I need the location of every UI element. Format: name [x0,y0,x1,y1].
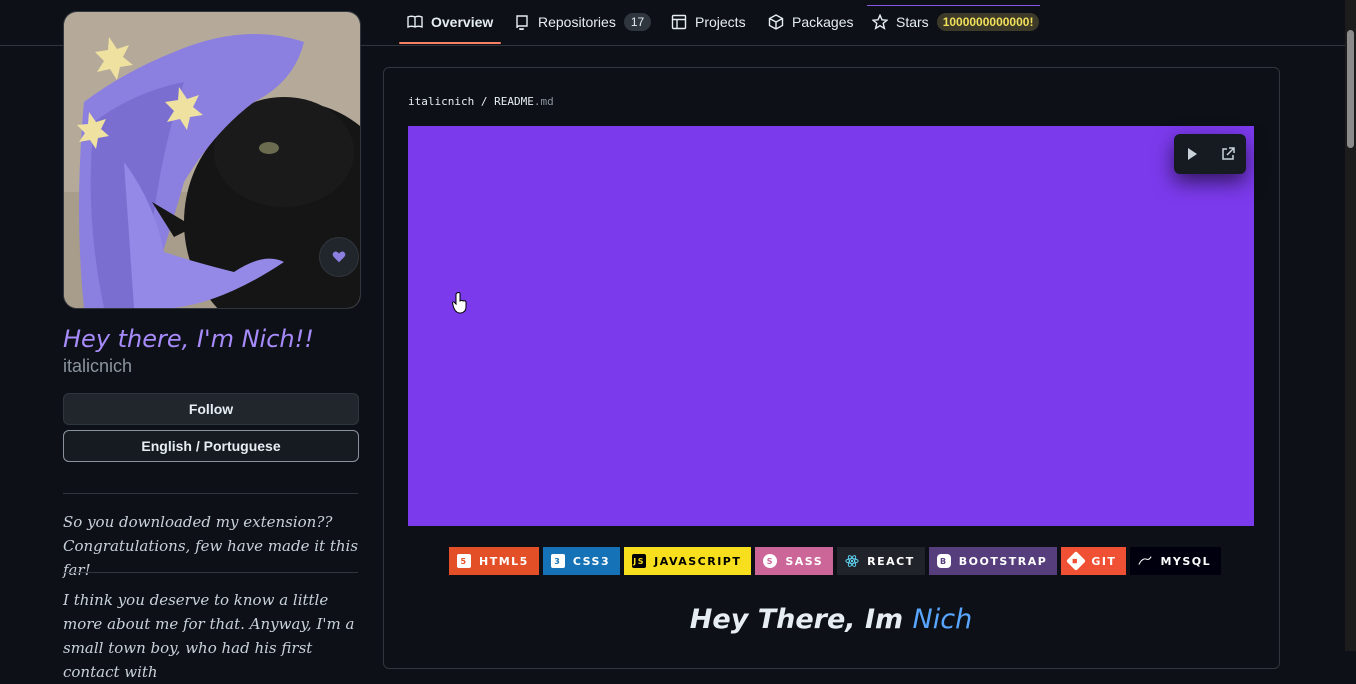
star-icon [872,14,888,30]
avatar[interactable] [63,11,361,309]
table-icon [671,14,687,30]
tab-projects[interactable]: Projects [671,0,746,44]
tab-packages[interactable]: Packages [768,0,853,44]
language-button[interactable]: English / Portuguese [63,430,359,462]
html5-icon: 5 [457,554,471,568]
badge-label: GIT [1091,554,1117,568]
badge-label: SASS [785,554,824,568]
bootstrap-icon: B [936,554,951,568]
page-scrollbar[interactable] [1345,0,1356,651]
css3-icon: 3 [550,554,565,568]
stars-count: 1000000000000! [936,13,1040,31]
tab-label: Repositories [538,14,616,30]
badge-css3[interactable]: 3 CSS3 [542,547,621,575]
readme-banner-gif[interactable] [408,126,1254,526]
sidebar-divider [63,572,358,573]
tab-label: Stars [896,14,929,30]
avatar-image [64,12,360,308]
repo-icon [516,15,528,30]
readme-heading: Hey There, Im Nich [408,604,1254,635]
tab-overview[interactable]: Overview [398,0,502,44]
bio-paragraph: I think you deserve to know a little mor… [63,591,355,681]
badge-label: JAVASCRIPT [654,554,742,568]
tab-label: Packages [792,14,854,30]
heading-prefix: Hey There, Im [689,604,913,635]
path-separator: / [480,95,488,108]
sidebar-divider [63,493,358,494]
readme-file-ext: .md [533,95,554,108]
scrollbar-thumb[interactable] [1347,30,1354,148]
badge-label: HTML5 [479,554,529,568]
badge-label: BOOTSTRAP [958,554,1048,568]
badge-sass[interactable]: S SASS [755,547,834,575]
book-icon [407,15,423,29]
external-link-icon[interactable] [1220,146,1236,162]
tab-label: Overview [431,14,494,30]
profile-username: italicnich [63,356,133,376]
gif-controls [1174,134,1246,174]
follow-button[interactable]: Follow [63,393,359,425]
mysql-icon [1138,556,1153,565]
readme-file-name: README [494,95,534,108]
react-icon [845,555,859,567]
tab-stars[interactable]: Stars 1000000000000! [872,0,1040,44]
badge-react[interactable]: REACT [837,547,925,575]
status-heart-button[interactable] [319,237,359,277]
sass-icon: S [763,554,778,568]
badge-javascript[interactable]: JS JAVASCRIPT [624,547,752,575]
readme-owner-link[interactable]: italicnich [408,95,474,108]
badge-label: CSS3 [572,554,611,568]
tab-label: Projects [695,14,746,30]
badge-mysql[interactable]: MYSQL [1130,547,1222,575]
badge-label: REACT [867,554,915,568]
hand-cursor-icon [452,292,467,314]
badge-html5[interactable]: 5 HTML5 [449,547,539,575]
badge-bootstrap[interactable]: B BOOTSTRAP [928,547,1058,575]
tech-badges: 5 HTML5 3 CSS3 JS JAVASCRIPT S SASS REAC… [449,547,1222,575]
package-icon [768,14,784,30]
repositories-count: 17 [623,13,652,31]
heading-name: Nich [912,604,973,635]
badge-git[interactable]: ◆ GIT [1061,547,1127,575]
javascript-icon: JS [632,554,647,568]
play-icon[interactable] [1184,146,1200,162]
git-icon: ◆ [1066,551,1087,571]
tab-repositories[interactable]: Repositories 17 [514,0,652,44]
profile-display-name: Hey there, I'm Nich!! [63,325,314,353]
heart-icon [332,251,346,263]
badge-label: MYSQL [1160,554,1212,568]
readme-breadcrumb: italicnich / README.md [408,95,554,108]
